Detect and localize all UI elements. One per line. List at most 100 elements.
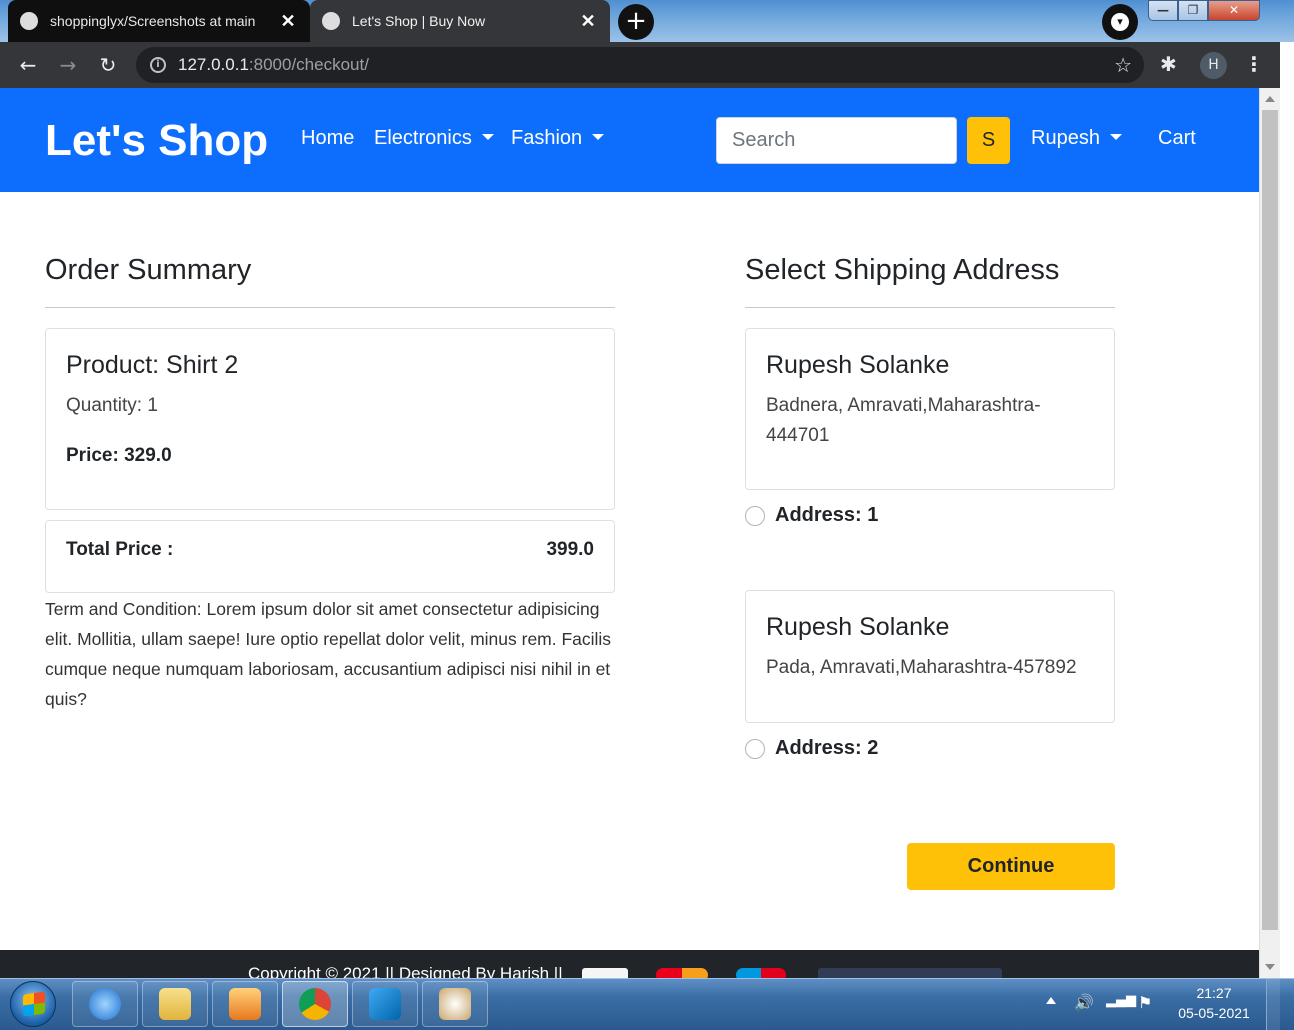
product-name: Product: Shirt 2 bbox=[66, 351, 239, 379]
extensions-puzzle-icon[interactable]: ✱ bbox=[1160, 52, 1177, 76]
site-navbar: Let's Shop Home Electronics Fashion S Ru… bbox=[0, 88, 1259, 192]
address-radio-1[interactable]: Address: 1 bbox=[745, 504, 878, 527]
product-price: Price: 329.0 bbox=[66, 445, 172, 466]
browser-tab-github[interactable]: shoppinglyx/Screenshots at main ✕ bbox=[8, 0, 310, 42]
radio-label[interactable]: Address: 1 bbox=[775, 504, 878, 527]
address-card: Rupesh Solanke Badnera, Amravati,Maharas… bbox=[745, 328, 1115, 490]
tab-close-icon[interactable]: ✕ bbox=[578, 11, 598, 32]
taskbar-chrome[interactable] bbox=[282, 981, 348, 1027]
brand-logo[interactable]: Let's Shop bbox=[45, 116, 268, 166]
tab-close-icon[interactable]: ✕ bbox=[278, 11, 298, 32]
minimize-button[interactable]: — bbox=[1148, 0, 1178, 21]
caret-down-icon bbox=[481, 133, 494, 140]
browser-tab-letsshop[interactable]: Let's Shop | Buy Now ✕ bbox=[310, 0, 610, 42]
scroll-thumb[interactable] bbox=[1262, 110, 1278, 930]
radio-button[interactable] bbox=[745, 505, 765, 526]
taskbar-clock[interactable]: 21:27 05-05-2021 bbox=[1166, 983, 1262, 1023]
maestro-icon bbox=[736, 968, 786, 978]
search-button[interactable]: S bbox=[967, 117, 1010, 164]
footer-text: Copyright © 2021 || Designed By Harish |… bbox=[248, 964, 563, 978]
browser-tab-strip: shoppinglyx/Screenshots at main ✕ Let's … bbox=[0, 0, 1294, 42]
back-icon[interactable]: ← bbox=[14, 51, 42, 79]
window-controls: — ❐ ✕ bbox=[1148, 0, 1260, 22]
info-icon[interactable]: i bbox=[150, 57, 166, 73]
url-path: :8000/checkout/ bbox=[248, 55, 369, 74]
tray-expand-icon[interactable] bbox=[1046, 997, 1056, 1004]
user-name: Rupesh bbox=[1031, 127, 1100, 149]
address-card: Rupesh Solanke Pada, Amravati,Maharashtr… bbox=[745, 590, 1115, 723]
search-input[interactable] bbox=[716, 117, 957, 164]
divider bbox=[745, 307, 1115, 308]
mastercard-icon bbox=[656, 968, 708, 978]
tab-title: Let's Shop | Buy Now bbox=[352, 13, 486, 29]
windows-taskbar: 🔊 ▂▄▆ ⚑ 21:27 05-05-2021 bbox=[0, 978, 1294, 1030]
taskbar-file-explorer[interactable] bbox=[142, 981, 208, 1027]
address-name: Rupesh Solanke bbox=[766, 351, 950, 379]
address-bar[interactable]: i 127.0.0.1:8000/checkout/ ☆ bbox=[136, 47, 1144, 83]
scroll-up-icon[interactable] bbox=[1265, 96, 1275, 102]
new-tab-button[interactable]: + bbox=[618, 4, 654, 40]
clock-time: 21:27 bbox=[1196, 985, 1232, 1001]
bookmark-star-icon[interactable]: ☆ bbox=[1114, 53, 1132, 77]
total-value: 399.0 bbox=[546, 539, 594, 560]
caret-down-icon bbox=[1109, 133, 1122, 140]
total-card: Total Price : 399.0 bbox=[45, 520, 615, 593]
tab-search-button[interactable]: ▾ bbox=[1102, 4, 1138, 40]
url-host: 127.0.0.1 bbox=[178, 55, 249, 74]
taskbar-paint[interactable] bbox=[422, 981, 488, 1027]
forward-icon[interactable]: → bbox=[54, 51, 82, 79]
folder-icon bbox=[159, 988, 191, 1020]
kebab-menu-icon[interactable]: ⋮ bbox=[1244, 52, 1264, 76]
volume-icon[interactable]: 🔊 bbox=[1074, 993, 1094, 1012]
nav-electronics-label: Electronics bbox=[374, 127, 472, 149]
vscode-icon bbox=[369, 988, 401, 1020]
product-card: Product: Shirt 2 Quantity: 1 Price: 329.… bbox=[45, 328, 615, 510]
nav-electronics[interactable]: Electronics bbox=[374, 127, 494, 150]
address-radio-2[interactable]: Address: 2 bbox=[745, 737, 878, 760]
browser-toolbar: ← → ↻ i 127.0.0.1:8000/checkout/ ☆ ✱ H ⋮ bbox=[0, 42, 1280, 88]
order-summary-heading: Order Summary bbox=[45, 254, 252, 286]
continue-button[interactable]: Continue bbox=[907, 843, 1115, 890]
nav-cart[interactable]: Cart bbox=[1158, 127, 1196, 150]
network-icon[interactable]: ▂▄▆ bbox=[1106, 993, 1136, 1008]
close-window-button[interactable]: ✕ bbox=[1208, 0, 1260, 21]
page-scrollbar[interactable] bbox=[1259, 88, 1280, 978]
show-desktop-button[interactable] bbox=[1266, 979, 1280, 1030]
restore-button[interactable]: ❐ bbox=[1178, 0, 1208, 21]
address-line: Badnera, Amravati,Maharashtra-444701 bbox=[766, 395, 1041, 446]
paint-palette-icon bbox=[439, 988, 471, 1020]
radio-label[interactable]: Address: 2 bbox=[775, 737, 878, 760]
globe-icon bbox=[322, 12, 340, 30]
profile-avatar[interactable]: H bbox=[1200, 52, 1227, 79]
nav-fashion-label: Fashion bbox=[511, 127, 583, 149]
nav-home[interactable]: Home bbox=[301, 127, 354, 150]
total-label: Total Price : bbox=[66, 539, 174, 560]
nav-fashion[interactable]: Fashion bbox=[511, 127, 605, 150]
scroll-down-icon[interactable] bbox=[1265, 964, 1275, 970]
shipping-heading: Select Shipping Address bbox=[745, 254, 1060, 286]
chrome-icon bbox=[299, 988, 331, 1020]
site-footer: Copyright © 2021 || Designed By Harish |… bbox=[0, 950, 1259, 978]
radio-button[interactable] bbox=[745, 738, 765, 759]
product-quantity: Quantity: 1 bbox=[66, 395, 158, 416]
tab-title: shoppinglyx/Screenshots at main bbox=[50, 13, 256, 29]
windows-logo-icon bbox=[23, 991, 45, 1017]
divider bbox=[45, 307, 615, 308]
terms-text: Term and Condition: Lorem ipsum dolor si… bbox=[45, 599, 612, 709]
internet-explorer-icon bbox=[89, 988, 121, 1020]
chevron-down-icon: ▾ bbox=[1111, 13, 1129, 31]
page-viewport: Let's Shop Home Electronics Fashion S Ru… bbox=[0, 88, 1259, 978]
user-menu[interactable]: Rupesh bbox=[1031, 127, 1122, 150]
action-center-flag-icon[interactable]: ⚑ bbox=[1138, 993, 1152, 1012]
reload-icon[interactable]: ↻ bbox=[94, 51, 122, 79]
payment-icons bbox=[818, 968, 1002, 978]
address-line: Pada, Amravati,Maharashtra-457892 bbox=[766, 657, 1077, 678]
taskbar-vscode[interactable] bbox=[352, 981, 418, 1027]
visa-icon bbox=[582, 968, 628, 978]
caret-down-icon bbox=[592, 133, 605, 140]
taskbar-internet-explorer[interactable] bbox=[72, 981, 138, 1027]
github-icon bbox=[20, 12, 38, 30]
start-button[interactable] bbox=[10, 981, 56, 1027]
taskbar-media-player[interactable] bbox=[212, 981, 278, 1027]
media-player-icon bbox=[229, 988, 261, 1020]
